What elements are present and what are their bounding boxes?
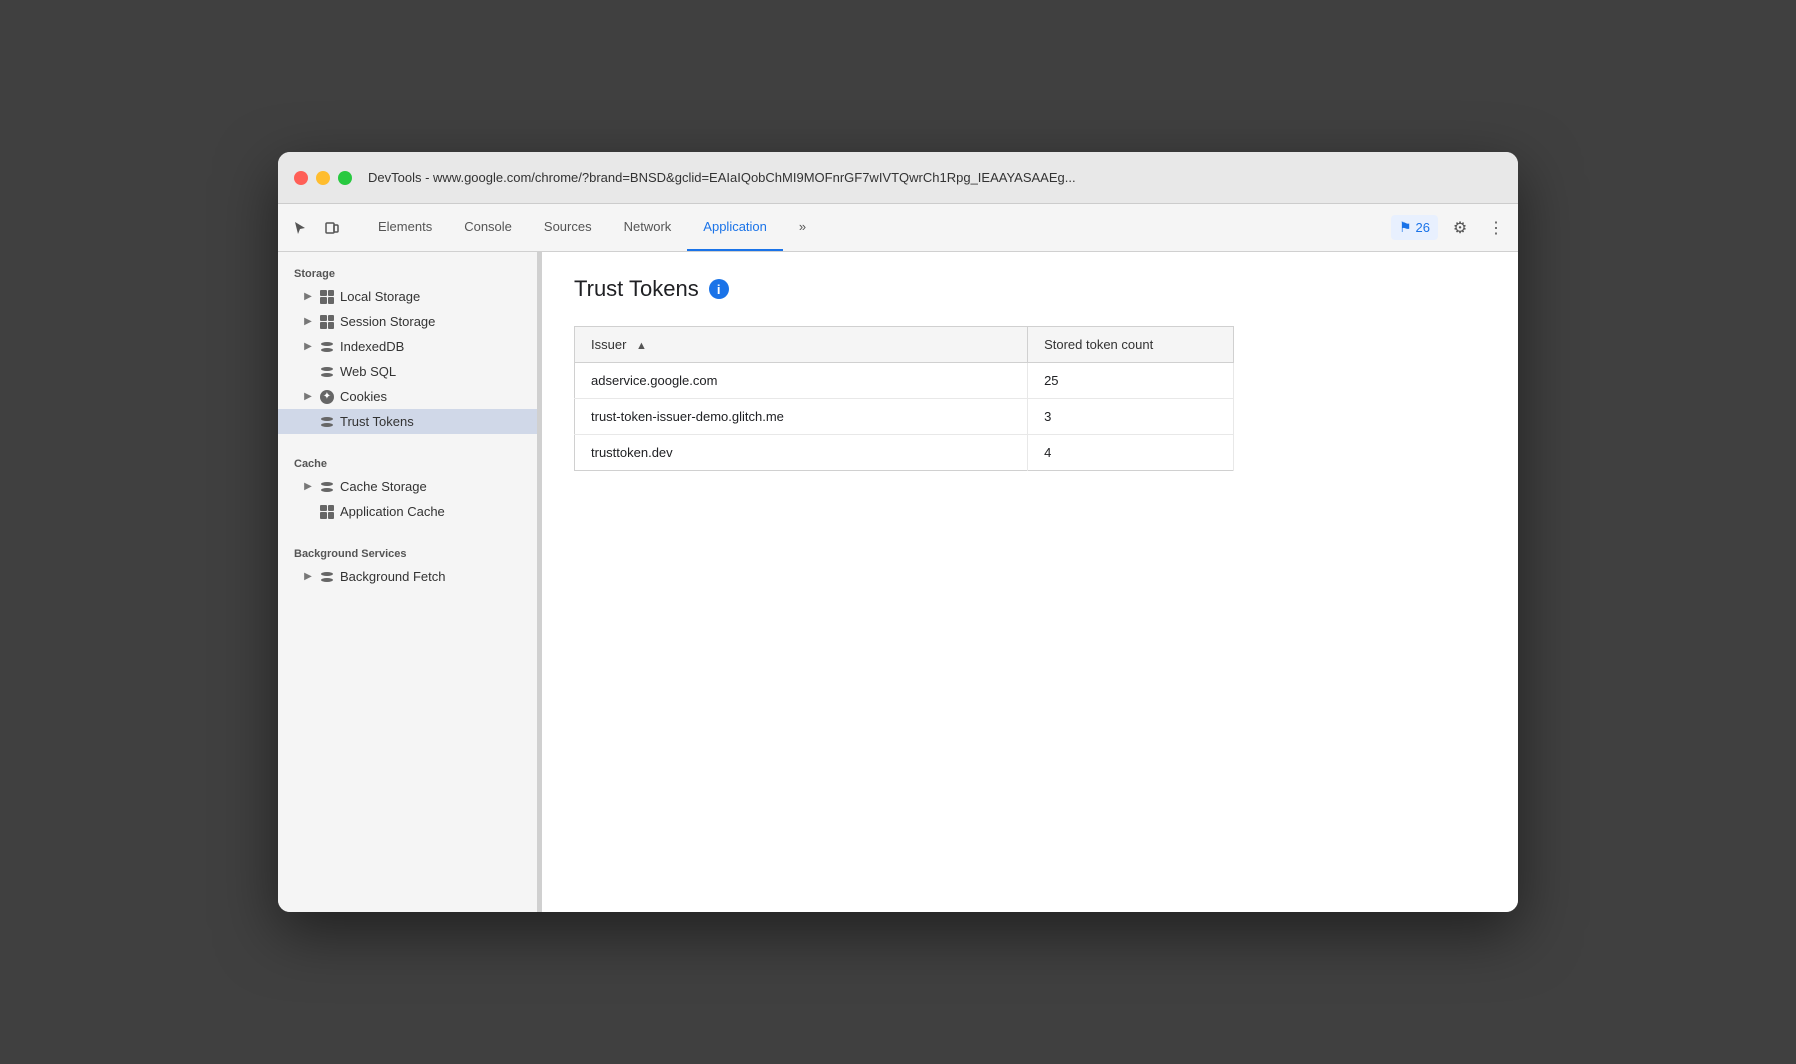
db-icon	[320, 340, 334, 354]
token-count-cell: 25	[1028, 363, 1234, 399]
feedback-badge[interactable]: ⚑ 26	[1391, 215, 1438, 240]
token-count-cell: 3	[1028, 399, 1234, 435]
sidebar-item-label: IndexedDB	[340, 339, 404, 354]
sidebar-item-cache-storage[interactable]: Cache Storage	[278, 474, 537, 499]
bg-section-header: Background Services	[278, 540, 537, 564]
table-header-row: Issuer ▲ Stored token count	[575, 327, 1234, 363]
tab-network[interactable]: Network	[608, 204, 688, 251]
issuer-column-label: Issuer	[591, 337, 626, 352]
minimize-button[interactable]	[316, 171, 330, 185]
sidebar-item-session-storage[interactable]: Session Storage	[278, 309, 537, 334]
tab-console[interactable]: Console	[448, 204, 528, 251]
sidebar: Storage Local Storage Session Storage	[278, 252, 538, 912]
content-area: Trust Tokens i Issuer ▲ Stored token cou…	[542, 252, 1518, 912]
main: Storage Local Storage Session Storage	[278, 252, 1518, 912]
chevron-icon	[302, 571, 314, 582]
sidebar-item-label: Cache Storage	[340, 479, 427, 494]
toolbar-right: ⚑ 26 ⚙ ⋮	[1391, 214, 1510, 242]
sidebar-item-label: Background Fetch	[340, 569, 446, 584]
more-tabs-button[interactable]: »	[783, 204, 822, 251]
titlebar: DevTools - www.google.com/chrome/?brand=…	[278, 152, 1518, 204]
issuer-cell: adservice.google.com	[575, 363, 1028, 399]
maximize-button[interactable]	[338, 171, 352, 185]
device-toggle-icon[interactable]	[318, 214, 346, 242]
cursor-icon[interactable]	[286, 214, 314, 242]
cache-section-header: Cache	[278, 450, 537, 474]
sidebar-item-label: Local Storage	[340, 289, 420, 304]
issuer-column-header[interactable]: Issuer ▲	[575, 327, 1028, 363]
chevron-icon	[302, 291, 314, 302]
sidebar-item-local-storage[interactable]: Local Storage	[278, 284, 537, 309]
sidebar-item-label: Trust Tokens	[340, 414, 414, 429]
table-row: trusttoken.dev4	[575, 435, 1234, 471]
toolbar-icons	[286, 214, 346, 242]
traffic-lights	[294, 171, 352, 185]
sidebar-item-indexeddb[interactable]: IndexedDB	[278, 334, 537, 359]
grid-icon	[320, 290, 334, 304]
chevron-icon	[302, 481, 314, 492]
sidebar-item-label: Cookies	[340, 389, 387, 404]
grid-icon	[320, 315, 334, 329]
table-row: adservice.google.com25	[575, 363, 1234, 399]
sort-arrow-icon: ▲	[636, 340, 647, 352]
db-icon	[320, 570, 334, 584]
tab-sources[interactable]: Sources	[528, 204, 608, 251]
more-options-button[interactable]: ⋮	[1482, 214, 1510, 242]
trust-tokens-table: Issuer ▲ Stored token count adservice.go…	[574, 326, 1234, 471]
db-icon	[320, 415, 334, 429]
sidebar-item-trust-tokens[interactable]: Trust Tokens	[278, 409, 537, 434]
sidebar-item-label: Application Cache	[340, 504, 445, 519]
info-icon[interactable]: i	[709, 279, 729, 299]
chevron-icon	[302, 391, 314, 402]
settings-button[interactable]: ⚙	[1446, 214, 1474, 242]
db-icon	[320, 480, 334, 494]
sidebar-item-bg-fetch[interactable]: Background Fetch	[278, 564, 537, 589]
chevron-icon	[302, 341, 314, 352]
sidebar-item-label: Web SQL	[340, 364, 396, 379]
table-row: trust-token-issuer-demo.glitch.me3	[575, 399, 1234, 435]
sidebar-item-web-sql[interactable]: Web SQL	[278, 359, 537, 384]
sidebar-item-app-cache[interactable]: Application Cache	[278, 499, 537, 524]
toolbar: Elements Console Sources Network Applica…	[278, 204, 1518, 252]
close-button[interactable]	[294, 171, 308, 185]
grid-icon	[320, 505, 334, 519]
db-icon	[320, 365, 334, 379]
tab-application[interactable]: Application	[687, 204, 783, 251]
tab-elements[interactable]: Elements	[362, 204, 448, 251]
token-count-column-label: Stored token count	[1044, 337, 1153, 352]
storage-section-header: Storage	[278, 260, 537, 284]
devtools-window: DevTools - www.google.com/chrome/?brand=…	[278, 152, 1518, 912]
sidebar-item-label: Session Storage	[340, 314, 435, 329]
token-count-column-header: Stored token count	[1028, 327, 1234, 363]
window-title: DevTools - www.google.com/chrome/?brand=…	[368, 170, 1502, 185]
sidebar-item-cookies[interactable]: ✦ Cookies	[278, 384, 537, 409]
flag-icon: ⚑	[1399, 219, 1412, 236]
chevron-icon	[302, 316, 314, 327]
issuer-cell: trust-token-issuer-demo.glitch.me	[575, 399, 1028, 435]
page-title-row: Trust Tokens i	[574, 276, 1486, 302]
badge-count: 26	[1416, 220, 1430, 235]
nav-tabs: Elements Console Sources Network Applica…	[362, 204, 1391, 251]
page-title: Trust Tokens	[574, 276, 699, 302]
cookie-icon: ✦	[320, 390, 334, 404]
token-count-cell: 4	[1028, 435, 1234, 471]
issuer-cell: trusttoken.dev	[575, 435, 1028, 471]
